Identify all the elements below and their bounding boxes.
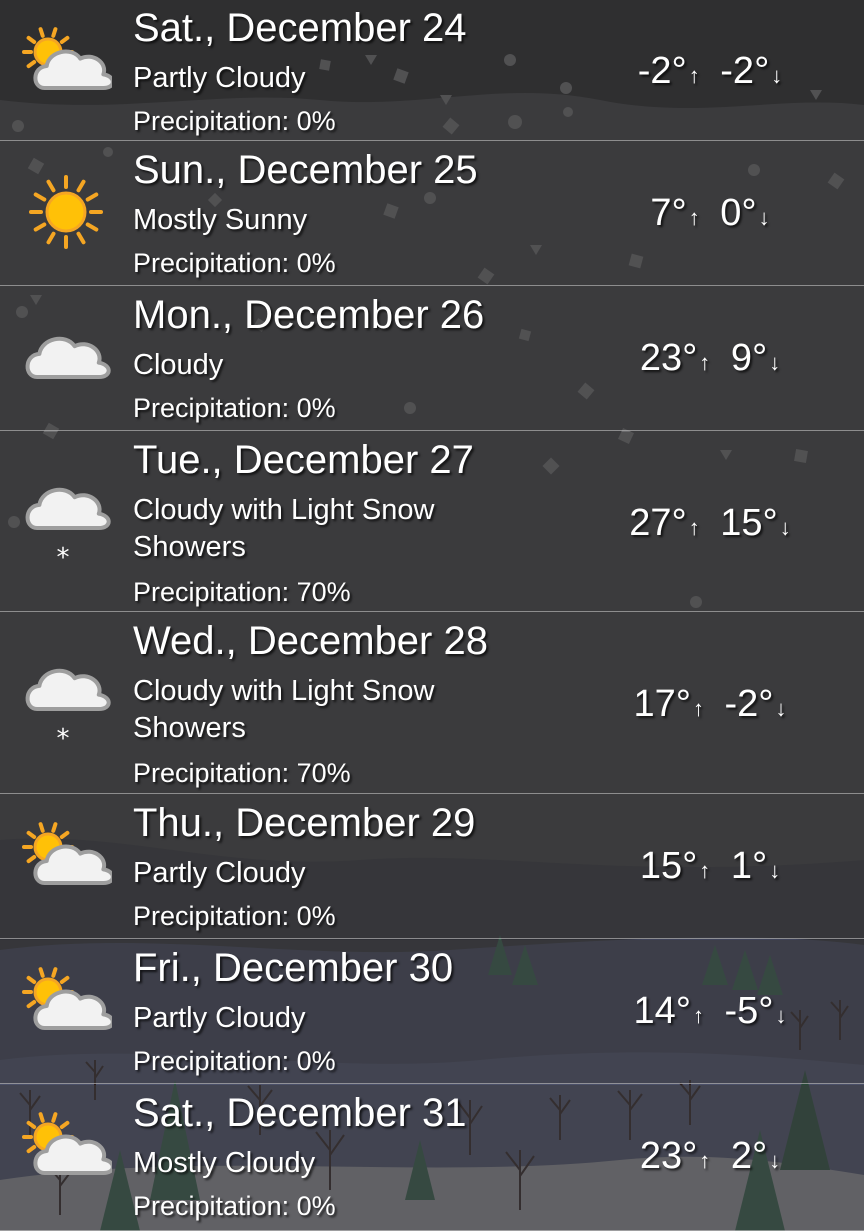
forecast-condition: Partly Cloudy	[133, 1002, 306, 1034]
high-temp: -2°	[637, 50, 687, 92]
forecast-row[interactable]: Mon., December 26 Cloudy Precipitation: …	[0, 287, 864, 431]
low-temp: 15°	[720, 502, 778, 544]
forecast-row[interactable]: * Tue., December 27 Cloudy with Light Sn…	[0, 432, 864, 612]
forecast-condition: Cloudy	[133, 349, 224, 381]
forecast-temperatures: 15°↑ 1°↓	[560, 845, 860, 888]
forecast-day: Sat., December 31	[133, 1091, 467, 1135]
up-arrow-icon: ↑	[699, 858, 711, 883]
forecast-condition: Mostly Cloudy	[133, 1147, 316, 1179]
sun-icon	[20, 166, 112, 258]
forecast-day: Sun., December 25	[133, 148, 478, 192]
forecast-precipitation: Precipitation: 0%	[133, 106, 336, 136]
forecast-row[interactable]: Fri., December 30 Partly Cloudy Precipit…	[0, 940, 864, 1084]
forecast-row[interactable]: * Wed., December 28 Cloudy with Light Sn…	[0, 613, 864, 794]
forecast-temperatures: 23°↑ 2°↓	[560, 1135, 860, 1178]
forecast-temperatures: 14°↑ -5°↓	[560, 990, 860, 1033]
up-arrow-icon: ↑	[688, 63, 700, 88]
up-arrow-icon: ↑	[699, 350, 711, 375]
forecast-precipitation: Precipitation: 0%	[133, 248, 336, 278]
forecast-day: Wed., December 28	[133, 619, 488, 663]
forecast-row[interactable]: Sun., December 25 Mostly Sunny Precipita…	[0, 142, 864, 286]
forecast-precipitation: Precipitation: 70%	[133, 758, 351, 788]
partly-cloudy-icon	[20, 964, 115, 1056]
forecast-temperatures: 23°↑ 9°↓	[560, 337, 860, 380]
snow-cloud-icon: *	[20, 474, 112, 573]
high-temp: 7°	[650, 192, 687, 234]
high-temp: 15°	[639, 845, 698, 887]
partly-cloudy-icon	[20, 819, 115, 911]
forecast-day: Sat., December 24	[133, 6, 467, 50]
forecast-precipitation: Precipitation: 0%	[133, 1046, 336, 1076]
low-temp: -2°	[720, 50, 770, 92]
down-arrow-icon: ↓	[769, 858, 781, 883]
forecast-day: Tue., December 27	[133, 438, 474, 482]
high-temp: 27°	[629, 502, 687, 544]
forecast-precipitation: Precipitation: 0%	[133, 901, 336, 931]
down-arrow-icon: ↓	[779, 515, 791, 540]
high-temp: 23°	[639, 1135, 698, 1177]
forecast-precipitation: Precipitation: 0%	[133, 1191, 336, 1221]
up-arrow-icon: ↑	[688, 205, 700, 230]
down-arrow-icon: ↓	[758, 205, 770, 230]
partly-cloudy-icon	[20, 24, 115, 116]
forecast-day: Fri., December 30	[133, 946, 454, 990]
forecast-temperatures: 17°↑ -2°↓	[560, 683, 860, 726]
down-arrow-icon: ↓	[775, 696, 787, 721]
forecast-row[interactable]: Sat., December 31 Mostly Cloudy Precipit…	[0, 1085, 864, 1231]
low-temp: -2°	[724, 683, 774, 725]
down-arrow-icon: ↓	[775, 1003, 787, 1028]
high-temp: 23°	[639, 337, 698, 379]
down-arrow-icon: ↓	[771, 63, 783, 88]
partly-cloudy-icon	[20, 1109, 115, 1201]
forecast-row[interactable]: Sat., December 24 Partly Cloudy Precipit…	[0, 0, 864, 141]
svg-text:*: *	[57, 724, 70, 747]
forecast-precipitation: Precipitation: 70%	[133, 577, 351, 607]
high-temp: 14°	[633, 990, 691, 1032]
up-arrow-icon: ↑	[692, 696, 704, 721]
low-temp: 2°	[730, 1135, 768, 1177]
forecast-day: Mon., December 26	[133, 293, 485, 337]
forecast-condition: Mostly Sunny	[133, 204, 308, 236]
low-temp: 9°	[730, 337, 768, 379]
up-arrow-icon: ↑	[692, 1003, 704, 1028]
forecast-precipitation: Precipitation: 0%	[133, 393, 336, 423]
forecast-temperatures: 27°↑ 15°↓	[560, 502, 860, 545]
forecast-day: Thu., December 29	[133, 801, 476, 845]
snow-cloud-icon: *	[20, 655, 112, 754]
up-arrow-icon: ↑	[699, 1148, 711, 1173]
low-temp: 0°	[720, 192, 757, 234]
forecast-temperatures: 7°↑ 0°↓	[560, 192, 860, 235]
forecast-condition: Cloudy with Light Snow Showers	[133, 675, 435, 744]
svg-text:*: *	[57, 543, 70, 566]
forecast-condition: Partly Cloudy	[133, 857, 306, 889]
down-arrow-icon: ↓	[769, 1148, 781, 1173]
forecast-row[interactable]: Thu., December 29 Partly Cloudy Precipit…	[0, 795, 864, 939]
down-arrow-icon: ↓	[769, 350, 781, 375]
low-temp: 1°	[730, 845, 768, 887]
forecast-temperatures: -2°↑ -2°↓	[560, 50, 860, 93]
cloud-icon	[20, 311, 112, 403]
low-temp: -5°	[724, 990, 774, 1032]
forecast-condition: Partly Cloudy	[133, 62, 306, 94]
up-arrow-icon: ↑	[688, 515, 700, 540]
forecast-condition: Cloudy with Light Snow Showers	[133, 494, 435, 563]
high-temp: 17°	[633, 683, 691, 725]
